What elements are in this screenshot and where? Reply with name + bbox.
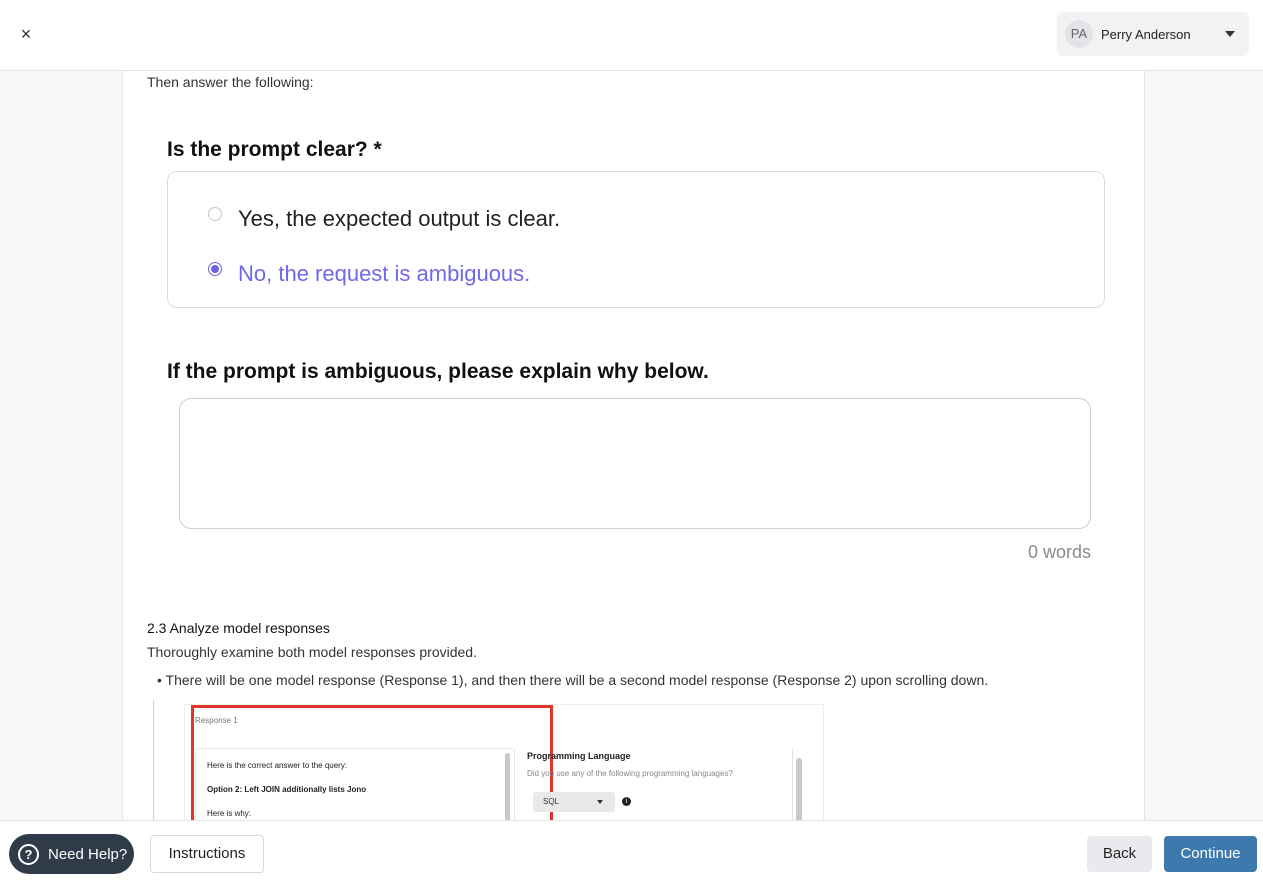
radio-label-no[interactable]: No, the request is ambiguous. [238,261,530,287]
radio-label-yes[interactable]: Yes, the expected output is clear. [238,206,560,232]
chevron-down-icon [1225,31,1235,37]
screenshot-select-value: SQL [543,797,560,806]
screenshot-pl-title: Programming Language [527,751,631,761]
section-title: 2.3 Analyze model responses [147,620,330,636]
continue-button[interactable]: Continue [1164,836,1257,872]
word-count: 0 words [1027,542,1091,562]
bottom-bar: ? Need Help? Instructions Back Continue [0,820,1263,880]
highlight-frame [191,705,553,821]
radio-group-prompt-clear: Yes, the expected output is clear. No, t… [167,171,1105,308]
top-bar: × PA Perry Anderson [0,0,1263,71]
ambiguity-explanation-input[interactable] [179,398,1091,529]
need-help-label: Need Help? [48,845,128,863]
radio-option-yes[interactable]: Yes, the expected output is clear. [208,206,560,232]
back-button[interactable]: Back [1087,836,1152,872]
radio-button-yes[interactable] [208,207,222,221]
close-icon[interactable]: × [14,22,38,46]
instructions-button[interactable]: Instructions [150,835,264,873]
chevron-down-icon [597,800,603,804]
section-description: Thoroughly examine both model responses … [147,644,477,660]
need-help-button[interactable]: ? Need Help? [9,834,134,874]
help-icon: ? [18,843,39,865]
task-panel: Then answer the following: Is the prompt… [122,71,1145,821]
question-prompt-clear-title: Is the prompt clear? * [167,138,382,161]
screenshot-pl-desc: Did you use any of the following program… [527,769,733,778]
user-name: Perry Anderson [1101,26,1191,42]
screenshot-scrollbar [792,748,816,821]
user-menu[interactable]: PA Perry Anderson [1057,12,1249,56]
screenshot-select: SQL [533,792,615,812]
question-ambiguity-title: If the prompt is ambiguous, please expla… [167,360,709,383]
avatar: PA [1065,20,1093,48]
radio-button-no[interactable] [208,262,222,276]
screenshot-frame: Response 1 Here is the correct answer to… [184,704,824,821]
example-screenshot: Response 1 Here is the correct answer to… [153,700,827,821]
radio-option-no[interactable]: No, the request is ambiguous. [208,261,530,287]
info-icon: i [622,797,631,806]
question-form: Is the prompt clear? * Yes, the expected… [147,111,1123,591]
intro-text: Then answer the following: [147,74,314,90]
section-bullet: • There will be one model response (Resp… [157,672,989,688]
